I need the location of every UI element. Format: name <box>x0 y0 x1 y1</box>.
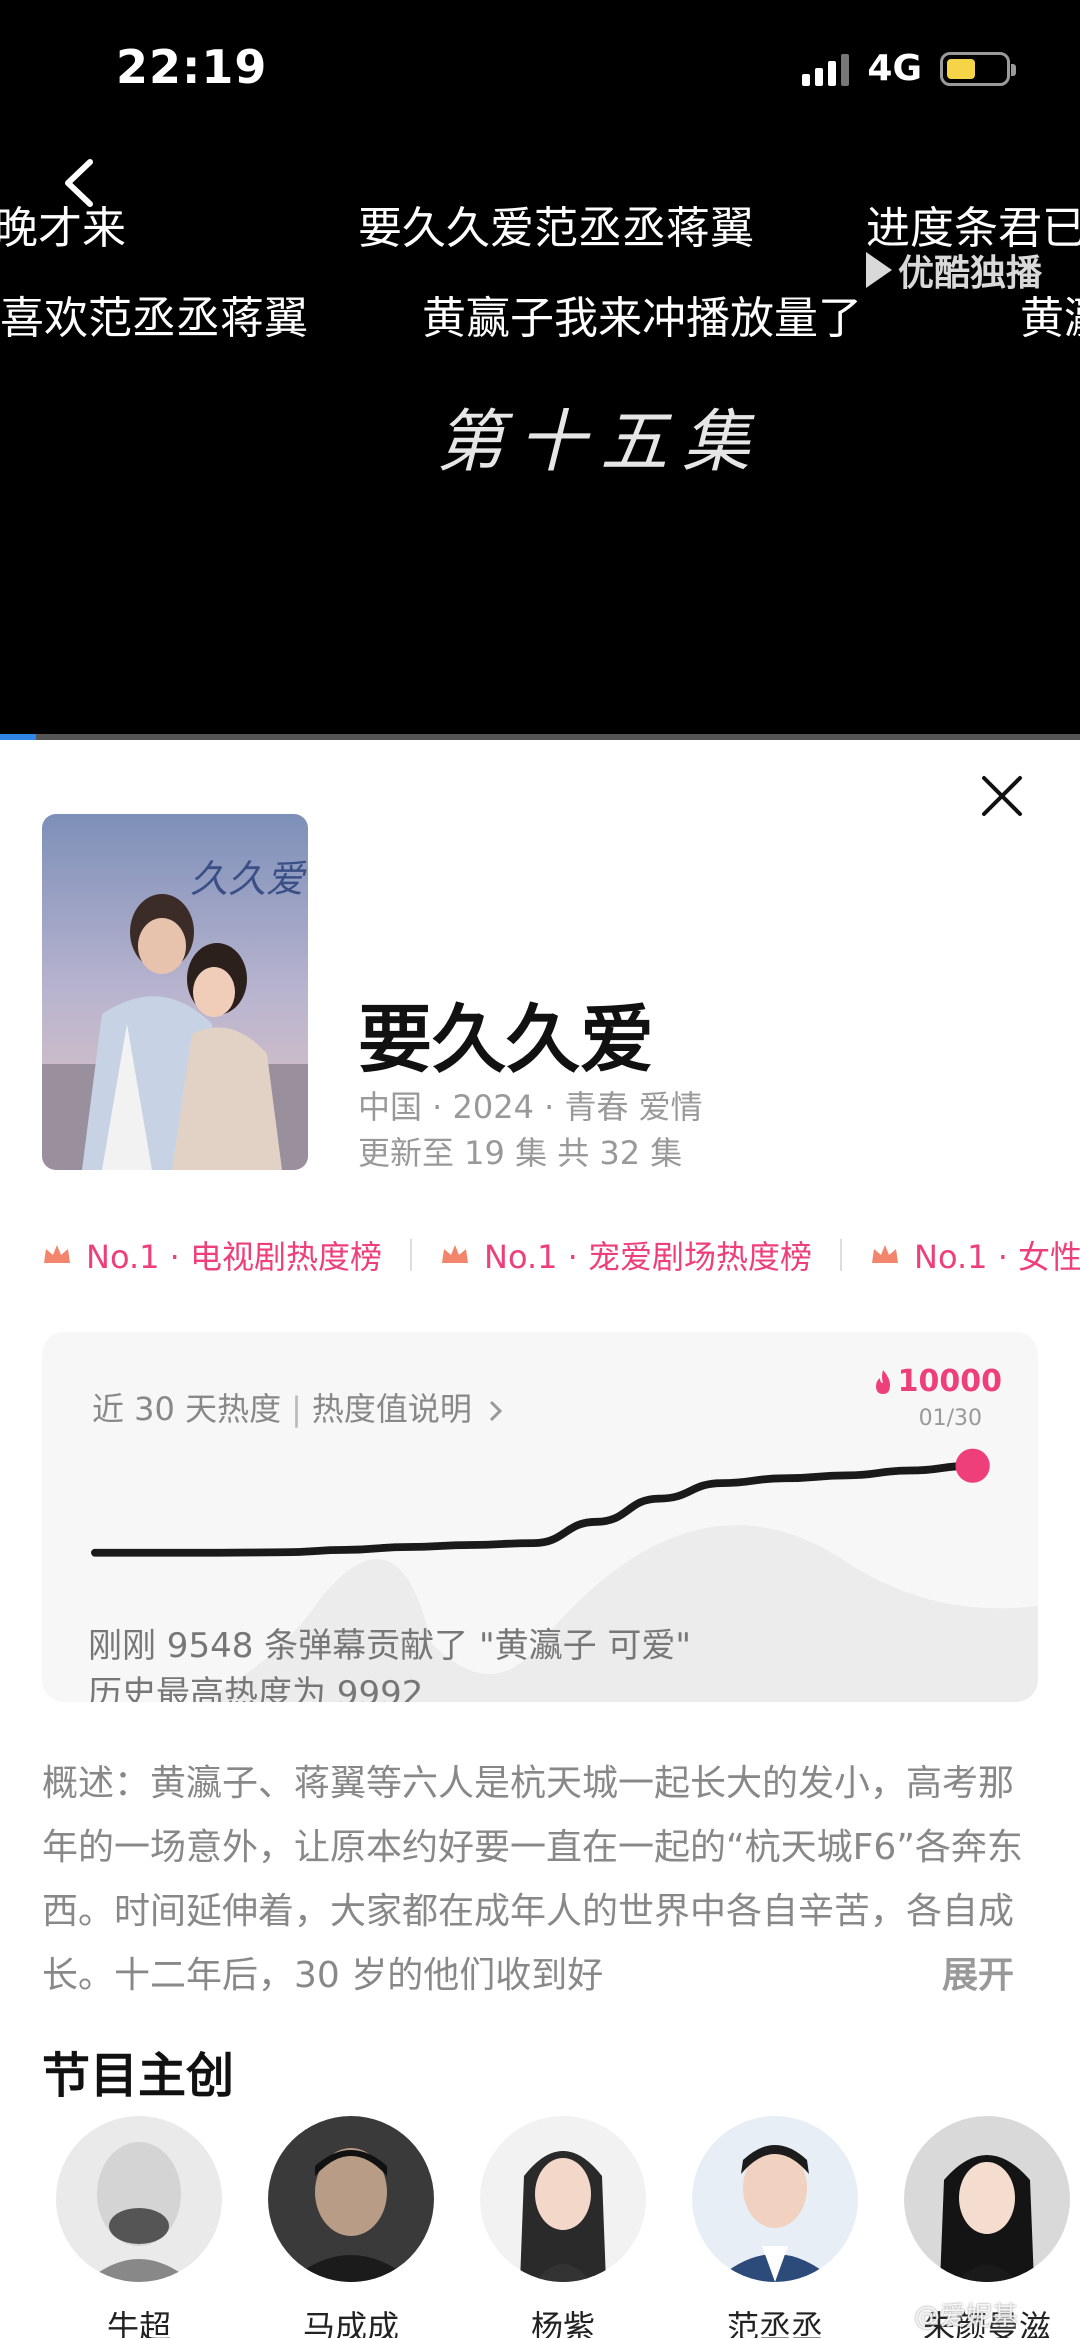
heat-peak-date: 01/30 <box>918 1406 982 1431</box>
progress-bar[interactable] <box>0 734 1080 740</box>
danmaku-text: 晚才来 <box>0 203 126 254</box>
heat-explain-link[interactable]: 热度值说明 <box>312 1390 472 1428</box>
cast-name: 牛超 <box>106 2308 171 2338</box>
cast-name: 马成成 <box>302 2308 399 2338</box>
avatar <box>56 2116 222 2282</box>
avatar <box>904 2116 1070 2282</box>
close-icon[interactable] <box>980 774 1024 818</box>
cast-section-title: 节目主创 <box>42 2048 235 2104</box>
avatar <box>480 2116 646 2282</box>
cast-member[interactable]: 范丞丞 <box>692 2116 858 2338</box>
avatar <box>692 2116 858 2282</box>
danmaku-text: 喜欢范丞丞蒋翼 <box>0 293 308 344</box>
chevron-right-icon[interactable] <box>488 1399 504 1423</box>
crown-icon <box>44 1245 70 1263</box>
heat-card[interactable]: 近 30 天热度 | 热度值说明 10000 01/30 刚刚 9548 条弹幕贡献… <box>42 1332 1038 1702</box>
avatar <box>268 2116 434 2282</box>
cast-member[interactable]: 马成成 <box>268 2116 434 2338</box>
heat-title: 近 30 天热度 <box>92 1390 282 1428</box>
show-episode-info: 更新至 19 集 共 32 集 <box>358 1134 683 1172</box>
divider <box>410 1239 413 1271</box>
show-meta-info: 中国 · 2024 · 青春 爱情 <box>358 1088 703 1126</box>
progress-fill <box>0 734 36 740</box>
network-label: 4G <box>867 48 922 89</box>
heat-peak-dot <box>955 1448 990 1483</box>
cast-member[interactable]: 杨紫 <box>480 2116 646 2338</box>
ranking-badge[interactable]: No.1 · 电视剧热度榜 <box>42 1232 382 1278</box>
divider: | <box>291 1390 302 1428</box>
heat-ticker-text: 历史最高热度为 9992 <box>88 1674 424 1702</box>
battery-icon <box>940 51 1016 86</box>
cast-name: 杨紫 <box>530 2308 595 2338</box>
show-title: 要久久爱 <box>358 997 654 1083</box>
show-poster[interactable]: 久久爱 <box>42 814 308 1170</box>
status-bar-right: 4G <box>802 48 1016 89</box>
heat-line <box>91 1461 977 1557</box>
heat-header: 近 30 天热度 | 热度值说明 <box>92 1384 504 1430</box>
poster-logo: 久久爱 <box>190 857 307 901</box>
video-player[interactable]: 22:19 4G 晚才来 要久久爱范丞丞蒋翼 进度条君已 喜欢范丞丞蒋翼 黄赢子… <box>0 0 1080 740</box>
divider <box>840 1239 843 1271</box>
status-time: 22:19 <box>116 40 268 94</box>
heat-ticker-text: 刚刚 9548 条弹幕贡献了 "黄瀛子 可爱" <box>88 1626 692 1666</box>
signal-icon <box>802 52 850 86</box>
crown-icon <box>872 1245 899 1263</box>
danmaku-text: 要久久爱范丞丞蒋翼 <box>358 203 754 254</box>
episode-caption: 第十五集 <box>436 403 765 482</box>
show-summary: 概述：黄瀛子、蒋翼等六人是杭天城一起长大的发小，高考那年的一场意外，让原本约好要… <box>42 1763 1023 1996</box>
cast-member[interactable]: 牛超 <box>56 2116 222 2338</box>
ranking-badge[interactable]: No.1 · 宠爱剧场热度榜 <box>440 1232 812 1278</box>
ranking-row: No.1 · 电视剧热度榜 No.1 · 宠爱剧场热度榜 No.1 · 女性 <box>42 1232 1080 1278</box>
platform-watermark: 优酷独播 <box>866 244 1042 296</box>
expand-button[interactable]: 展开 <box>942 1944 1014 2008</box>
ranking-badge[interactable]: No.1 · 女性 <box>870 1232 1080 1278</box>
danmaku-text: 黄赢子我来冲播放量了 <box>422 293 862 344</box>
flame-icon <box>875 1369 890 1394</box>
crown-icon <box>442 1245 469 1263</box>
cast-name: 范丞丞 <box>726 2308 823 2338</box>
heat-peak-value: 10000 <box>872 1364 1002 1399</box>
weibo-watermark: @爱妮基 <box>914 2302 1019 2332</box>
play-logo-icon <box>866 252 892 288</box>
